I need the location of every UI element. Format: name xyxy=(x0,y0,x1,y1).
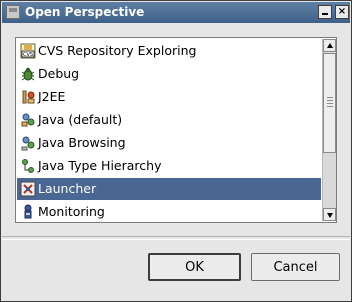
open-perspective-dialog: Open Perspective × CVS CVS Repository Ex… xyxy=(0,0,352,302)
j2ee-icon xyxy=(22,90,35,104)
title-bar[interactable]: Open Perspective × xyxy=(2,2,350,23)
monitoring-icon xyxy=(24,204,32,219)
window-menu-icon[interactable] xyxy=(6,5,20,19)
divider xyxy=(2,236,350,240)
window-title: Open Perspective xyxy=(25,5,145,19)
list-item-label: Monitoring xyxy=(38,204,105,219)
list-item-java-type-hierarchy[interactable]: Java Type Hierarchy xyxy=(17,155,321,177)
scroll-up-button[interactable] xyxy=(323,39,336,52)
close-button[interactable]: × xyxy=(335,5,349,19)
perspective-list[interactable]: CVS CVS Repository Exploring Debug J2EE … xyxy=(17,39,321,221)
list-item-debug[interactable]: Debug xyxy=(17,63,321,85)
list-item-label: Java (default) xyxy=(38,112,123,127)
cvs-icon: CVS xyxy=(20,43,36,59)
close-icon: × xyxy=(337,6,347,17)
list-item-label: Debug xyxy=(38,66,80,81)
java-browsing-icon xyxy=(21,136,35,151)
scroll-down-button[interactable] xyxy=(323,208,336,221)
vertical-scrollbar[interactable] xyxy=(322,39,336,221)
type-hierarchy-icon xyxy=(22,159,34,173)
java-perspective-icon xyxy=(21,113,35,127)
list-item-label: Java Type Hierarchy xyxy=(38,158,162,173)
debug-bug-icon xyxy=(21,67,35,81)
list-item-java-default[interactable]: Java (default) xyxy=(17,109,321,131)
list-item-label: CVS Repository Exploring xyxy=(38,43,197,58)
list-item-java-browsing[interactable]: Java Browsing xyxy=(17,132,321,154)
list-item-label: Launcher xyxy=(38,181,97,196)
list-item-label: Java Browsing xyxy=(38,135,126,150)
ok-button[interactable]: OK xyxy=(148,253,241,281)
list-item-cvs-repository-exploring[interactable]: CVS CVS Repository Exploring xyxy=(17,40,321,62)
list-item-monitoring[interactable]: Monitoring xyxy=(17,201,321,221)
list-item-label: J2EE xyxy=(38,89,66,104)
scroll-thumb[interactable] xyxy=(323,53,336,153)
list-item-launcher[interactable]: Launcher xyxy=(17,178,321,200)
minimize-button[interactable] xyxy=(318,5,332,19)
cancel-button[interactable]: Cancel xyxy=(251,253,340,281)
perspective-list-box: CVS CVS Repository Exploring Debug J2EE … xyxy=(15,37,337,223)
launcher-icon xyxy=(20,181,36,197)
svg-text:CVS: CVS xyxy=(23,52,33,58)
list-item-j2ee[interactable]: J2EE xyxy=(17,86,321,108)
